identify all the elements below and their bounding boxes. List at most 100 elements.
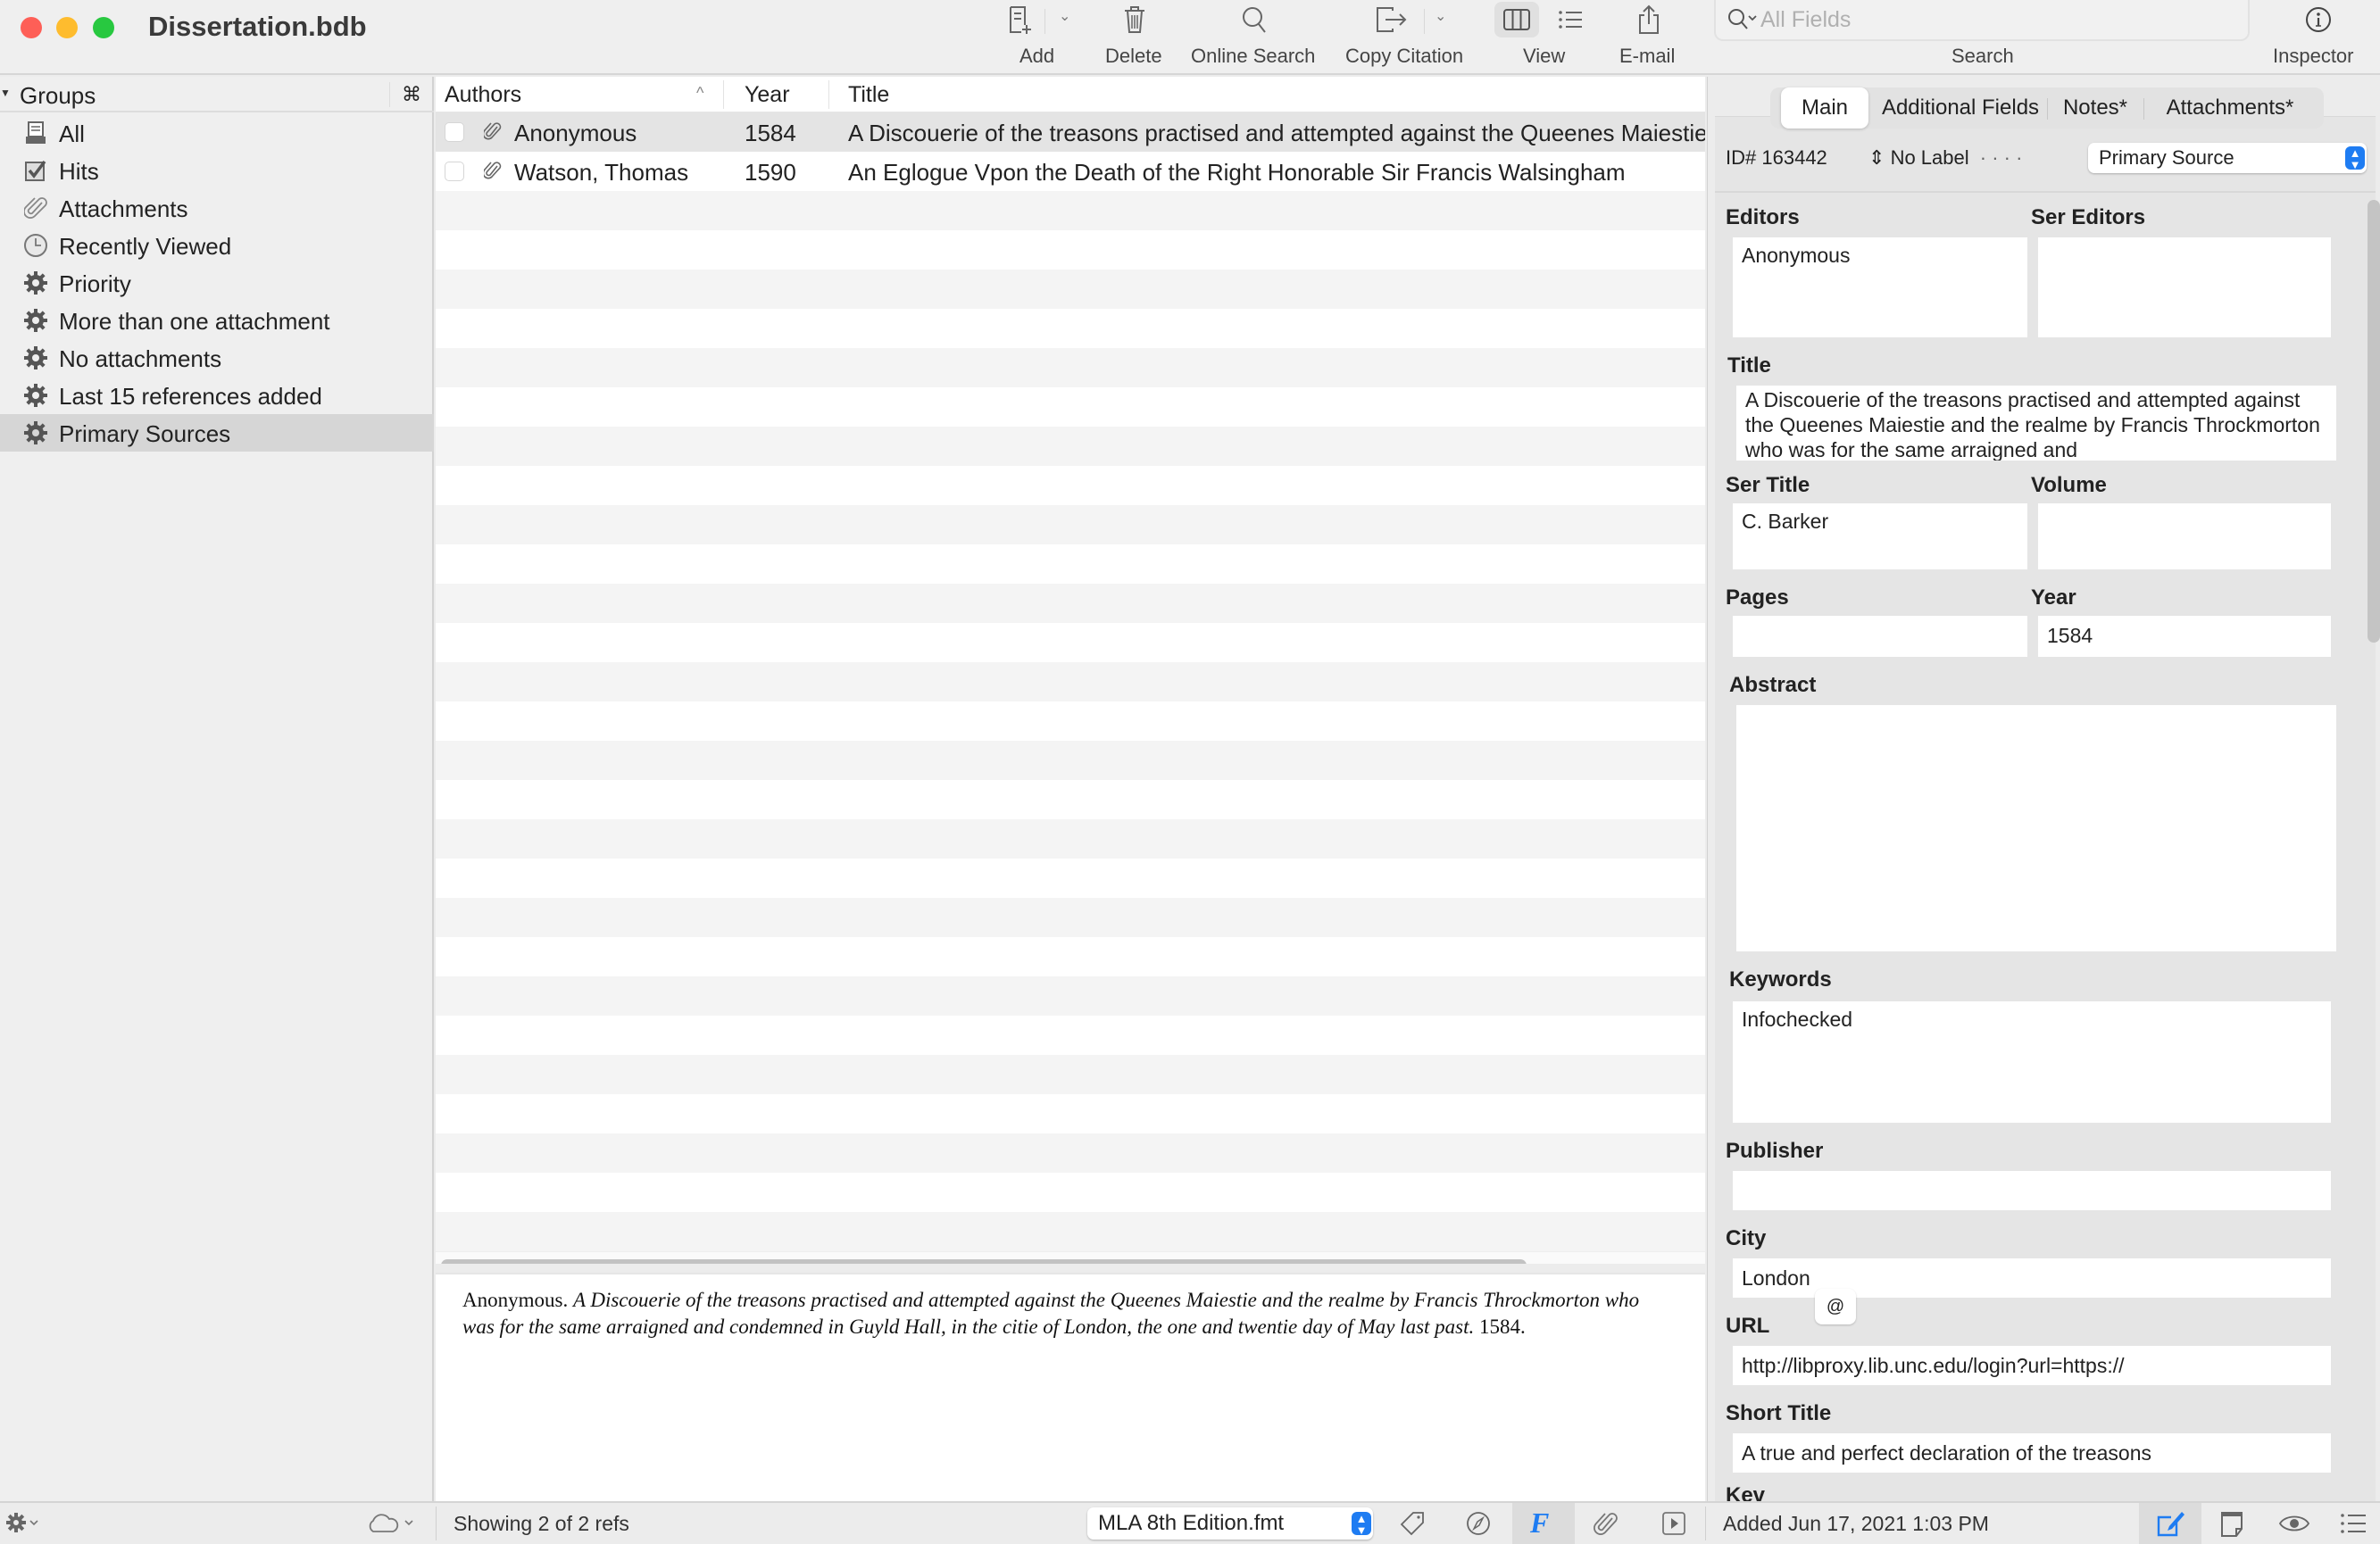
horizontal-scrollbar[interactable]	[436, 1251, 1705, 1264]
magnifier-icon	[1239, 4, 1269, 36]
app-window: Dissertation.bdb ⌄ Add Delete Online Sea…	[0, 0, 2380, 1544]
zoom-window-button[interactable]	[93, 17, 114, 38]
tab-additional-fields[interactable]: Additional Fields	[1876, 87, 2045, 129]
pages-field[interactable]	[1733, 616, 2027, 657]
field-label-year: Year	[2031, 585, 2076, 610]
clock-icon	[23, 233, 48, 258]
note-icon[interactable]	[2218, 1510, 2246, 1543]
sidebar-item-recently-viewed[interactable]: Recently Viewed	[0, 227, 434, 264]
command-key-icon[interactable]: ⌘	[402, 83, 421, 106]
sidebar-item-last-15-references[interactable]: Last 15 references added	[0, 377, 434, 414]
horizontal-scroll-thumb[interactable]	[441, 1259, 1527, 1264]
keywords-field[interactable]: Infochecked	[1733, 1001, 2331, 1123]
sidebar-item-primary-sources[interactable]: Primary Sources	[0, 414, 434, 452]
formatted-citation-icon[interactable]: F	[1530, 1507, 1549, 1540]
sidebar-item-label: Primary Sources	[59, 420, 231, 447]
open-url-button[interactable]: @	[1815, 1289, 1856, 1324]
column-header-year[interactable]: Year	[745, 82, 790, 108]
fields-list: Editors Ser Editors Anonymous Title A Di…	[1708, 193, 2368, 1501]
minimize-window-button[interactable]	[56, 17, 78, 38]
action-gear-icon[interactable]	[5, 1510, 41, 1540]
short-title-field[interactable]: A true and perfect declaration of the tr…	[1733, 1433, 2331, 1473]
add-document-icon	[1005, 4, 1036, 36]
groups-header[interactable]: ▼ Groups ⌘	[0, 77, 434, 112]
preview-play-icon[interactable]	[1660, 1510, 1687, 1541]
add-menu-chevron-icon[interactable]: ⌄	[1059, 7, 1070, 25]
email-label: E-mail	[1619, 45, 1676, 67]
search-field[interactable]	[1714, 0, 2250, 41]
edit-icon[interactable]	[2155, 1510, 2185, 1543]
view-label: View	[1523, 45, 1566, 67]
field-label-editors: Editors	[1726, 205, 1800, 229]
info-icon	[2303, 4, 2334, 36]
editors-field[interactable]: Anonymous	[1733, 237, 2027, 337]
tag-icon[interactable]	[1398, 1510, 1427, 1541]
search-scope-icon[interactable]	[1727, 7, 1759, 38]
list-view-icon[interactable]	[1555, 4, 1585, 36]
online-search-button[interactable]: Online Search	[1187, 0, 1321, 75]
field-label-keywords: Keywords	[1729, 967, 1832, 992]
close-window-button[interactable]	[21, 17, 42, 38]
field-label-key: Kev	[1726, 1483, 1766, 1501]
tab-notes[interactable]: Notes*	[2049, 87, 2142, 129]
abstract-field[interactable]	[1736, 705, 2336, 951]
sidebar-item-hits[interactable]: Hits	[0, 152, 434, 189]
title-field[interactable]: A Discouerie of the treasons practised a…	[1736, 386, 2336, 461]
groups-header-label: Groups	[20, 82, 96, 109]
list-icon[interactable]	[2339, 1510, 2368, 1541]
ser-editors-field[interactable]	[2038, 237, 2331, 337]
copy-citation-chevron-icon[interactable]: ⌄	[1435, 7, 1446, 25]
url-field[interactable]: http://libproxy.lib.unc.edu/login?url=ht…	[1733, 1346, 2331, 1385]
compass-icon[interactable]	[1464, 1510, 1493, 1541]
inspector-button[interactable]: Inspector	[2268, 0, 2375, 75]
sort-ascending-icon: ^	[696, 84, 704, 102]
select-arrows-icon: ▲ ▼	[2345, 146, 2365, 170]
tab-attachments[interactable]: Attachments*	[2145, 87, 2315, 129]
delete-button[interactable]: Delete	[1098, 0, 1169, 75]
groups-sidebar: ▼ Groups ⌘ All Hits Attachments Recently…	[0, 77, 434, 1501]
sidebar-item-no-attachments[interactable]: No attachments	[0, 339, 434, 377]
trash-icon	[1119, 4, 1150, 36]
column-header-title[interactable]: Title	[848, 82, 889, 108]
checkbox-icon	[23, 158, 48, 183]
toolbar: Dissertation.bdb ⌄ Add Delete Online Sea…	[0, 0, 2380, 75]
inspector-scroll-thumb[interactable]	[2368, 200, 2380, 643]
column-header-authors[interactable]: Authors	[445, 82, 521, 108]
gear-icon	[23, 420, 48, 445]
id-label: ID#	[1726, 146, 1757, 169]
inspector-vertical-scrollbar[interactable]	[2368, 200, 2380, 646]
columns-view-icon[interactable]	[1502, 4, 1532, 36]
disclosure-triangle-icon[interactable]: ▼	[0, 87, 11, 99]
row-checkbox[interactable]	[445, 122, 464, 142]
eye-icon[interactable]	[2278, 1510, 2310, 1541]
view-control[interactable]: View	[1491, 0, 1598, 75]
row-checkbox[interactable]	[445, 162, 464, 181]
volume-field[interactable]	[2038, 503, 2331, 569]
table-row[interactable]: Anonymous 1584 A Discouerie of the treas…	[436, 112, 1705, 152]
gear-icon	[23, 345, 48, 370]
cloud-sync-icon[interactable]	[364, 1510, 420, 1540]
tab-main[interactable]: Main	[1781, 87, 1868, 129]
ser-title-field[interactable]: C. Barker	[1733, 503, 2027, 569]
paperclip-icon[interactable]	[1593, 1510, 1619, 1541]
year-field[interactable]: 1584	[2038, 616, 2331, 657]
copy-citation-label: Copy Citation	[1345, 45, 1464, 67]
add-button[interactable]: ⌄ Add	[1000, 0, 1089, 75]
sidebar-item-more-than-one-attachment[interactable]: More than one attachment	[0, 302, 434, 339]
email-button[interactable]: E-mail	[1614, 0, 1685, 75]
table-row[interactable]: Watson, Thomas 1590 An Eglogue Vpon the …	[436, 152, 1705, 191]
cell-year: 1584	[745, 120, 796, 146]
reference-type-select[interactable]: Primary Source ▲ ▼	[2088, 143, 2367, 173]
sidebar-item-attachments[interactable]: Attachments	[0, 189, 434, 227]
copy-citation-button[interactable]: ⌄ Copy Citation	[1344, 0, 1486, 75]
sidebar-item-priority[interactable]: Priority	[0, 264, 434, 302]
label-selector[interactable]: ⇕ No Label · · · ·	[1868, 146, 2022, 170]
sidebar-item-all[interactable]: All	[0, 114, 434, 152]
label-color-dots[interactable]: · · · ·	[1980, 146, 2023, 169]
publisher-field[interactable]	[1733, 1171, 2331, 1210]
paperclip-icon	[482, 160, 502, 186]
export-arrow-icon	[1374, 4, 1410, 36]
delete-label: Delete	[1105, 45, 1162, 67]
search-input[interactable]	[1760, 4, 2225, 36]
citation-style-select[interactable]: MLA 8th Edition.fmt ▲ ▼	[1087, 1507, 1373, 1540]
